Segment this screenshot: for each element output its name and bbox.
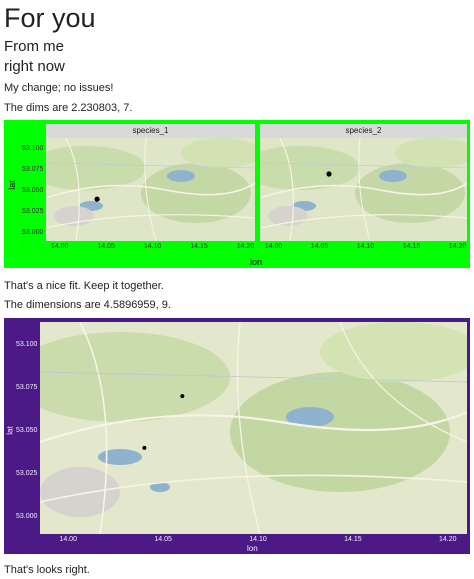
- facet-strip-species-2: species_2: [260, 124, 467, 138]
- y-tick-label: 53.050: [22, 187, 44, 195]
- faceted-map-plot: lat lon species_1 species_2 14.00 14.05 …: [4, 120, 470, 268]
- x-tick-label: 14.15: [190, 243, 208, 250]
- y-tick-label: 53.100: [22, 145, 44, 153]
- y-tick-label: 53.025: [16, 470, 38, 478]
- paragraph-4: The dimensions are 4.5896959, 9.: [4, 299, 171, 311]
- map-panel-species-1: [46, 138, 255, 241]
- data-point: [180, 394, 185, 399]
- map-panel: [40, 322, 467, 534]
- map-panel-species-2: [260, 138, 467, 241]
- data-point: [142, 445, 147, 450]
- data-point: [94, 196, 100, 202]
- x-tick-label: 14.00: [59, 536, 77, 543]
- map-background: [46, 138, 255, 241]
- paragraph-1: My change; no issues!: [4, 82, 114, 94]
- x-tick-label: 14.10: [249, 536, 267, 543]
- y-tick-label: 53.100: [16, 340, 38, 348]
- x-axis-label: lon: [250, 257, 263, 267]
- x-tick-label: 14.05: [154, 536, 172, 543]
- y-tick-label: 53.050: [16, 427, 38, 435]
- subtitle-right-now: right now: [4, 58, 65, 75]
- paragraph-5: That's looks right.: [4, 564, 90, 576]
- y-tick-label: 53.025: [22, 208, 44, 216]
- x-tick-label: 14.10: [143, 243, 162, 250]
- paragraph-2: The dims are 2.230803, 7.: [4, 102, 133, 114]
- x-tick-label: 14.15: [402, 243, 421, 250]
- x-tick-label: 14.05: [310, 243, 329, 250]
- paragraph-3: That's a nice fit. Keep it together.: [4, 280, 164, 292]
- x-tick-label: 14.20: [439, 536, 457, 543]
- y-tick-label: 53.000: [16, 513, 38, 521]
- map-background: [260, 138, 467, 241]
- x-tick-label: 14.00: [264, 243, 283, 250]
- y-tick-label: 53.000: [22, 229, 44, 237]
- y-axis-label: lat: [6, 180, 17, 190]
- map-background: [40, 322, 467, 534]
- data-point: [326, 171, 332, 177]
- y-tick-label: 53.075: [22, 166, 44, 174]
- single-map-plot: lat lon 14.00 14.05 14.10 14.15 14.20 53.100 5…: [4, 318, 470, 554]
- y-tick-label: 53.075: [16, 383, 38, 391]
- x-tick-label: 14.00: [50, 243, 69, 250]
- x-tick-label: 14.15: [344, 536, 362, 543]
- facet-strip-species-1: species_1: [46, 124, 255, 138]
- x-tick-label: 14.20: [236, 243, 255, 250]
- x-axis-label: lon: [247, 544, 258, 553]
- x-tick-label: 14.10: [356, 243, 375, 250]
- page-title: For you: [4, 3, 96, 33]
- x-tick-label: 14.20: [448, 243, 467, 250]
- subtitle-from-me: From me: [4, 38, 64, 55]
- x-tick-label: 14.05: [97, 243, 115, 250]
- y-axis-label: lat: [5, 426, 15, 435]
